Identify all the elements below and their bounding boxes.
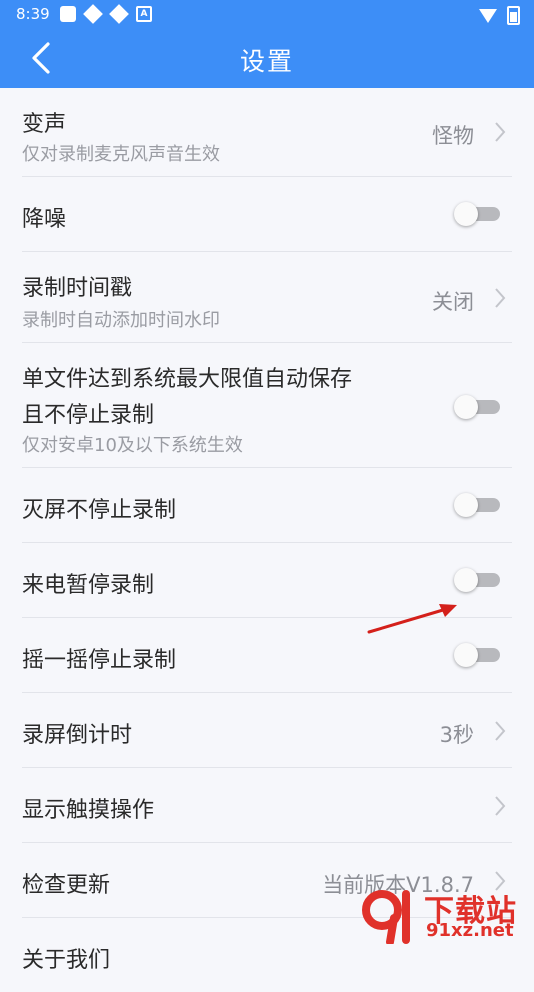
chevron-right-icon bbox=[492, 719, 508, 743]
wifi-icon bbox=[479, 8, 497, 23]
setting-label-line2: 且不停止录制 bbox=[22, 403, 155, 428]
setting-description: 录制时自动添加时间水印 bbox=[22, 310, 220, 331]
setting-label-line1: 单文件达到系统最大限值自动保存 bbox=[22, 367, 353, 392]
setting-voice-changer[interactable]: 变声 仅对录制麦克风声音生效 怪物 bbox=[22, 88, 512, 177]
setting-screen-off-recording: 灭屏不停止录制 bbox=[22, 468, 512, 543]
screen-off-toggle[interactable] bbox=[454, 493, 500, 517]
notification-icons: A bbox=[60, 4, 152, 24]
chevron-right-icon bbox=[492, 286, 508, 310]
setting-value: 怪物 bbox=[432, 124, 474, 148]
notification-app-icon bbox=[83, 4, 103, 24]
setting-show-touches[interactable]: 显示触摸操作 bbox=[22, 768, 512, 843]
shake-to-stop-toggle[interactable] bbox=[454, 643, 500, 667]
setting-label: 关于我们 bbox=[22, 948, 111, 973]
auto-save-toggle[interactable] bbox=[454, 395, 500, 419]
watermark-logo-icon bbox=[362, 890, 410, 944]
setting-label: 录屏倒计时 bbox=[22, 723, 133, 748]
setting-value: 3秒 bbox=[439, 723, 474, 747]
annotation-arrow-icon bbox=[367, 604, 457, 634]
status-bar: 8:39 A bbox=[0, 0, 534, 28]
setting-label: 检查更新 bbox=[22, 873, 111, 898]
notification-app-icon-2 bbox=[109, 4, 129, 24]
watermark: 下载站 91xz.net bbox=[360, 886, 530, 946]
battery-icon bbox=[507, 6, 520, 25]
setting-label: 来电暂停录制 bbox=[22, 573, 155, 598]
setting-auto-save-max-size: 单文件达到系统最大限值自动保存 且不停止录制 仅对安卓10及以下系统生效 bbox=[22, 343, 512, 468]
app-bar: 设置 bbox=[0, 28, 534, 88]
setting-timestamp[interactable]: 录制时间戳 录制时自动添加时间水印 关闭 bbox=[22, 252, 512, 343]
setting-label: 显示触摸操作 bbox=[22, 798, 155, 823]
setting-label: 灭屏不停止录制 bbox=[22, 498, 177, 523]
setting-label: 录制时间戳 bbox=[22, 276, 133, 301]
system-icons bbox=[479, 6, 520, 25]
notification-a-icon: A bbox=[136, 6, 152, 22]
settings-list: 变声 仅对录制麦克风声音生效 怪物 降噪 录制时间戳 录制时自动添加时间水印 关… bbox=[0, 88, 534, 992]
notification-square-icon bbox=[60, 6, 76, 22]
chevron-right-icon bbox=[492, 794, 508, 818]
setting-countdown[interactable]: 录屏倒计时 3秒 bbox=[22, 693, 512, 768]
setting-label: 降噪 bbox=[22, 207, 67, 232]
setting-label: 摇一摇停止录制 bbox=[22, 648, 177, 673]
page-title: 设置 bbox=[239, 47, 294, 76]
noise-reduction-toggle[interactable] bbox=[454, 202, 500, 226]
setting-label: 变声 bbox=[22, 112, 67, 137]
setting-description: 仅对录制麦克风声音生效 bbox=[22, 144, 220, 165]
status-time: 8:39 bbox=[16, 5, 50, 23]
setting-noise-reduction: 降噪 bbox=[22, 177, 512, 252]
setting-value: 关闭 bbox=[432, 290, 474, 314]
chevron-right-icon bbox=[492, 120, 508, 144]
setting-description: 仅对安卓10及以下系统生效 bbox=[22, 435, 243, 456]
pause-on-call-toggle[interactable] bbox=[454, 568, 500, 592]
watermark-url: 91xz.net bbox=[426, 920, 514, 941]
